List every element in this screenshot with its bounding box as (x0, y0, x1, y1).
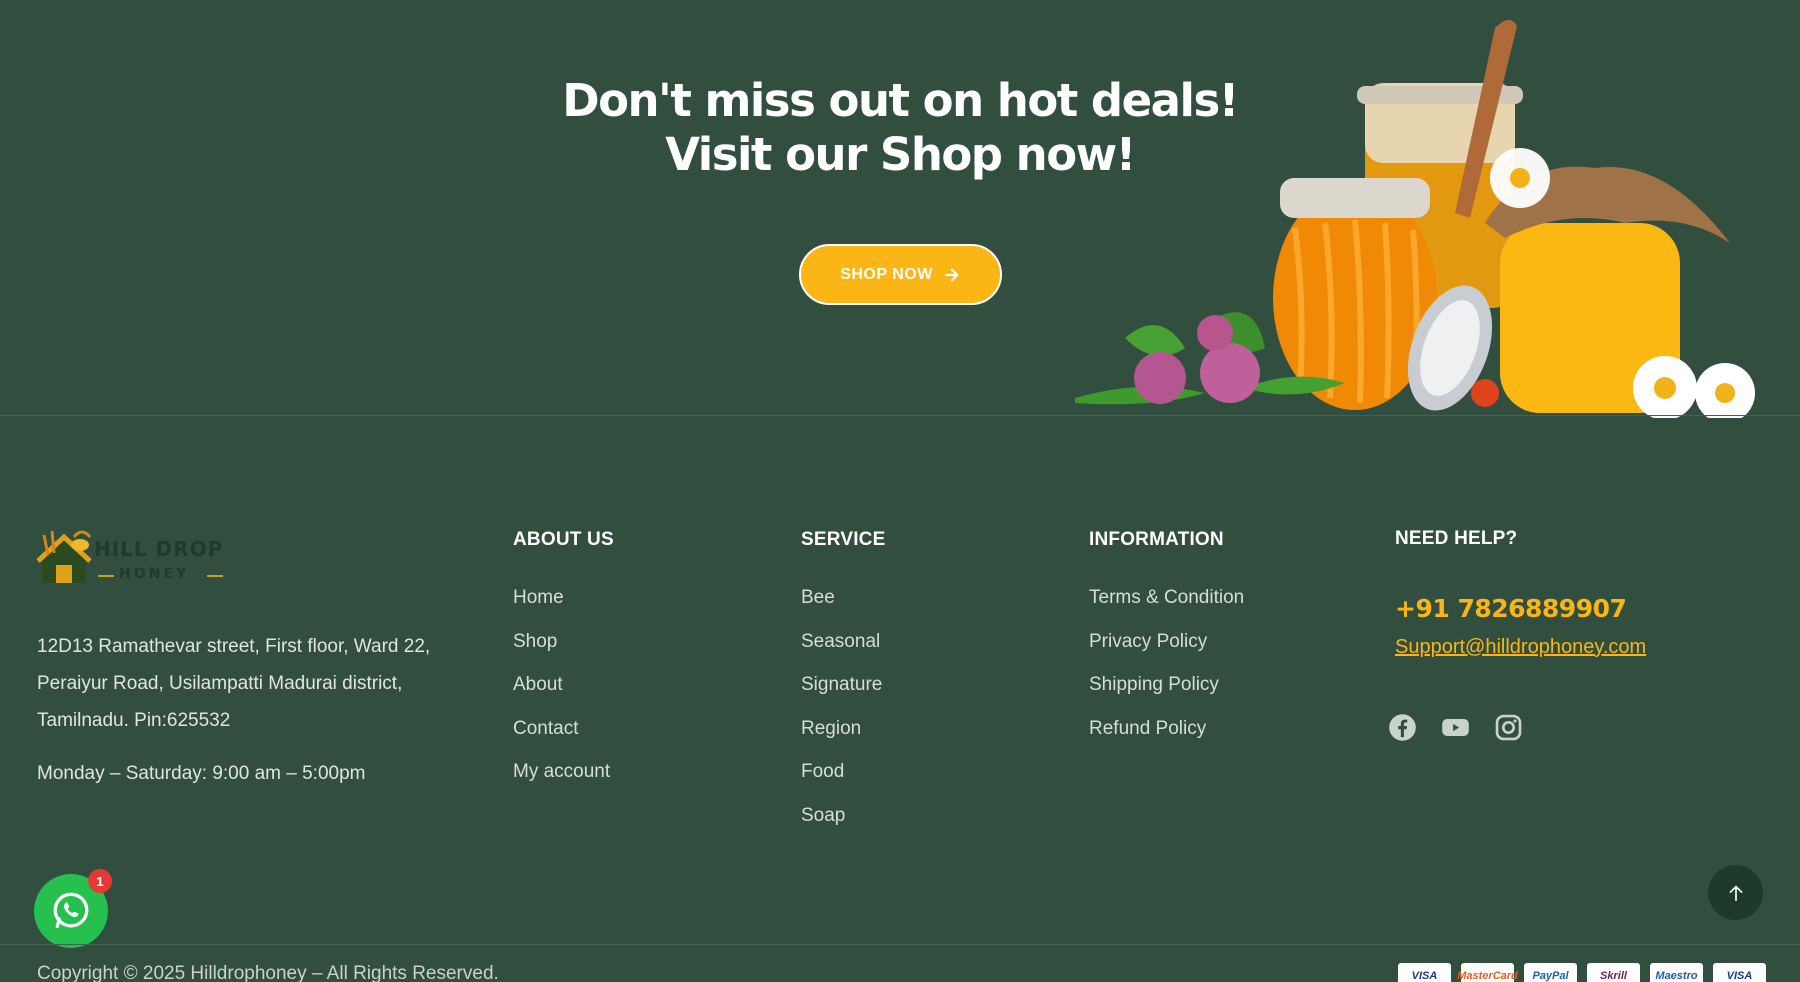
instagram-icon[interactable] (1494, 713, 1523, 742)
footer-link-region[interactable]: Region (801, 717, 882, 761)
footer-link-privacy-policy[interactable]: Privacy Policy (1089, 630, 1244, 674)
shop-now-button[interactable]: SHOP NOW (799, 244, 1002, 305)
visa-icon: VISA (1398, 963, 1451, 982)
service-heading: SERVICE (801, 529, 886, 550)
business-hours: Monday – Saturday: 9:00 am – 5:00pm (37, 763, 366, 784)
youtube-icon[interactable] (1441, 713, 1470, 742)
support-email-link[interactable]: Support@hilldrophoney.com (1395, 636, 1646, 659)
honey-jars-image (1075, 19, 1755, 418)
whatsapp-icon (53, 892, 89, 929)
promo-banner: Don't miss out on hot deals! Visit our S… (0, 0, 1800, 418)
brand-name-line-2: HONEY (119, 566, 190, 582)
arrow-up-icon (1729, 885, 1742, 901)
facebook-icon[interactable] (1388, 713, 1417, 742)
bottom-divider (0, 944, 1800, 945)
about-us-links: Home Shop About Contact My account (513, 586, 610, 804)
information-links: Terms & Condition Privacy Policy Shippin… (1089, 586, 1244, 760)
visa-electron-icon: VISA (1713, 963, 1766, 982)
brand-logo[interactable]: HILL DROP HONEY (36, 525, 226, 587)
address-line: Tamilnadu. Pin:625532 (37, 710, 231, 731)
payment-methods: VISA MasterCard PayPal Skrill Maestro VI… (1398, 963, 1766, 982)
footer-link-about[interactable]: About (513, 673, 610, 717)
footer-link-signature[interactable]: Signature (801, 673, 882, 717)
logo-rule-left (98, 575, 114, 577)
information-heading: INFORMATION (1089, 529, 1224, 550)
shop-now-label: SHOP NOW (840, 265, 933, 283)
bee-hut-logo-icon (36, 530, 92, 583)
footer-link-shop[interactable]: Shop (513, 630, 610, 674)
copyright-text: Copyright © 2025 Hilldrophoney – All Rig… (37, 963, 499, 982)
about-us-heading: ABOUT US (513, 529, 614, 550)
footer-link-bee[interactable]: Bee (801, 586, 882, 630)
service-links: Bee Seasonal Signature Region Food Soap (801, 586, 882, 847)
address-line: Peraiyur Road, Usilampatti Madurai distr… (37, 673, 403, 694)
support-phone[interactable]: +91 7826889907 (1395, 594, 1627, 623)
notification-badge: 1 (88, 869, 112, 893)
footer-link-my-account[interactable]: My account (513, 760, 610, 804)
address-line: 12D13 Ramathevar street, First floor, Wa… (37, 636, 431, 657)
skrill-icon: Skrill (1587, 963, 1640, 982)
footer-link-contact[interactable]: Contact (513, 717, 610, 761)
footer-link-home[interactable]: Home (513, 586, 610, 630)
mastercard-icon: MasterCard (1457, 963, 1518, 982)
need-help-heading: NEED HELP? (1395, 528, 1518, 549)
logo-rule-right (207, 575, 223, 577)
social-links (1388, 713, 1523, 742)
footer-link-soap[interactable]: Soap (801, 804, 882, 848)
arrow-right-icon (944, 268, 959, 281)
footer-link-food[interactable]: Food (801, 760, 882, 804)
paypal-icon: PayPal (1524, 963, 1577, 982)
company-address: 12D13 Ramathevar street, First floor, Wa… (37, 628, 477, 739)
footer-link-terms[interactable]: Terms & Condition (1089, 586, 1244, 630)
brand-name-line-1: HILL DROP (94, 537, 224, 561)
footer-link-shipping-policy[interactable]: Shipping Policy (1089, 673, 1244, 717)
footer-link-seasonal[interactable]: Seasonal (801, 630, 882, 674)
scroll-to-top-button[interactable] (1708, 865, 1763, 920)
section-divider (0, 415, 1800, 416)
footer-link-refund-policy[interactable]: Refund Policy (1089, 717, 1244, 761)
maestro-icon: Maestro (1650, 963, 1703, 982)
